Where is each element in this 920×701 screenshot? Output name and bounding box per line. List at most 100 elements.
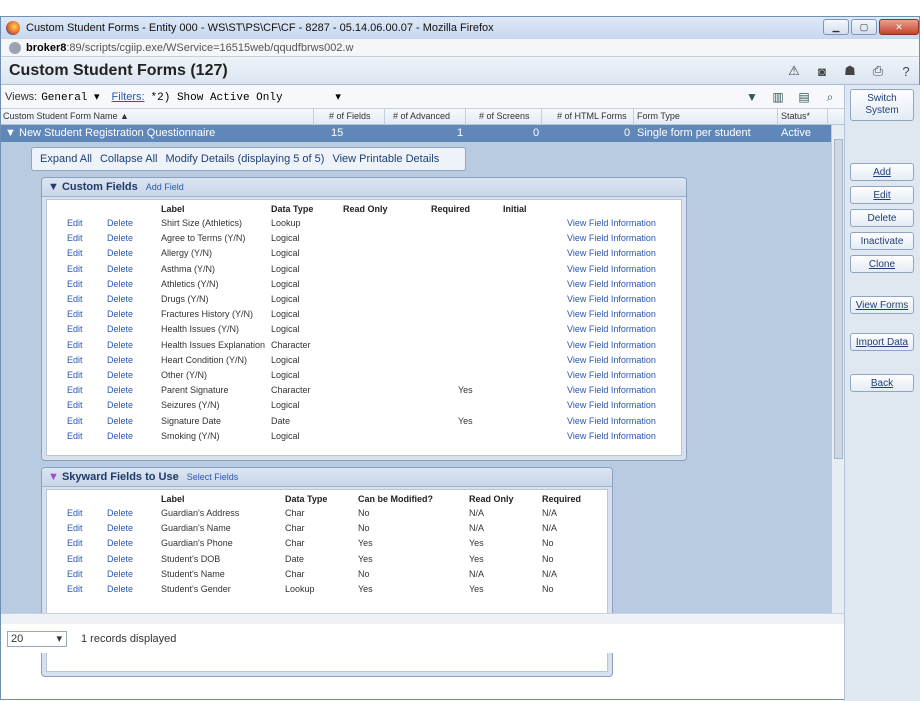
export-icon[interactable]: ▤ — [796, 89, 812, 105]
cf-view-info-link[interactable]: View Field Information — [567, 355, 656, 365]
sf-edit-link[interactable]: Edit — [67, 538, 83, 548]
import-data-button[interactable]: Import Data — [850, 333, 914, 351]
view-forms-button[interactable]: View Forms — [850, 296, 914, 314]
cf-edit-link[interactable]: Edit — [67, 370, 83, 380]
sf-edit-link[interactable]: Edit — [67, 584, 83, 594]
select-fields-link[interactable]: Select Fields — [187, 472, 239, 482]
maximize-button[interactable]: ▢ — [851, 19, 877, 35]
cf-delete-link[interactable]: Delete — [107, 340, 133, 350]
cf-delete-link[interactable]: Delete — [107, 309, 133, 319]
col-status[interactable]: Status* — [781, 111, 810, 121]
cf-edit-link[interactable]: Edit — [67, 279, 83, 289]
cf-view-info-link[interactable]: View Field Information — [567, 400, 656, 410]
filters-select[interactable]: *2) Show Active Only ▾ — [151, 90, 341, 104]
cf-view-info-link[interactable]: View Field Information — [567, 370, 656, 380]
cf-view-info-link[interactable]: View Field Information — [567, 324, 656, 334]
add-field-link[interactable]: Add Field — [146, 182, 184, 192]
cf-edit-link[interactable]: Edit — [67, 218, 83, 228]
clone-button[interactable]: Clone — [850, 255, 914, 273]
cf-delete-link[interactable]: Delete — [107, 264, 133, 274]
views-select[interactable]: General ▾ — [41, 90, 99, 104]
col-advanced[interactable]: # of Advanced — [393, 111, 450, 121]
switch-system-button[interactable]: Switch System — [850, 89, 914, 121]
cf-view-info-link[interactable]: View Field Information — [567, 248, 656, 258]
cf-edit-link[interactable]: Edit — [67, 340, 83, 350]
col-fields[interactable]: # of Fields — [329, 111, 371, 121]
sf-delete-link[interactable]: Delete — [107, 584, 133, 594]
vertical-scrollbar[interactable] — [831, 125, 844, 653]
cf-view-info-link[interactable]: View Field Information — [567, 416, 656, 426]
camera-icon[interactable]: ◙ — [813, 62, 831, 80]
cf-edit-link[interactable]: Edit — [67, 355, 83, 365]
view-printable-link[interactable]: View Printable Details — [332, 153, 439, 165]
col-form-name[interactable]: Custom Student Form Name ▲ — [3, 111, 129, 121]
cf-edit-link[interactable]: Edit — [67, 309, 83, 319]
col-form-type[interactable]: Form Type — [637, 111, 680, 121]
help-doc-icon[interactable]: ☗ — [841, 62, 859, 80]
minimize-button[interactable]: ▁ — [823, 19, 849, 35]
cf-edit-link[interactable]: Edit — [67, 248, 83, 258]
alert-icon[interactable]: ⚠ — [785, 62, 803, 80]
cf-edit-link[interactable]: Edit — [67, 233, 83, 243]
cf-view-info-link[interactable]: View Field Information — [567, 218, 656, 228]
cf-delete-link[interactable]: Delete — [107, 400, 133, 410]
filters-link[interactable]: Filters: — [112, 91, 145, 103]
cf-delete-link[interactable]: Delete — [107, 370, 133, 380]
cf-delete-link[interactable]: Delete — [107, 355, 133, 365]
cf-view-info-link[interactable]: View Field Information — [567, 264, 656, 274]
add-button[interactable]: Add — [850, 163, 914, 181]
cf-delete-link[interactable]: Delete — [107, 248, 133, 258]
delete-button[interactable]: Delete — [850, 209, 914, 227]
cf-delete-link[interactable]: Delete — [107, 416, 133, 426]
collapse-icon[interactable]: ▼ — [48, 181, 62, 193]
back-button[interactable]: Back — [850, 374, 914, 392]
cf-view-info-link[interactable]: View Field Information — [567, 385, 656, 395]
cf-edit-link[interactable]: Edit — [67, 294, 83, 304]
preview-icon[interactable]: ⌕ — [822, 89, 838, 105]
col-html-forms[interactable]: # of HTML Forms — [557, 111, 627, 121]
sf-edit-link[interactable]: Edit — [67, 569, 83, 579]
cf-delete-link[interactable]: Delete — [107, 218, 133, 228]
modify-details-link[interactable]: Modify Details (displaying 5 of 5) — [165, 153, 324, 165]
collapse-icon[interactable]: ▼ — [48, 471, 62, 483]
cf-edit-link[interactable]: Edit — [67, 324, 83, 334]
sf-edit-link[interactable]: Edit — [67, 523, 83, 533]
sf-delete-link[interactable]: Delete — [107, 523, 133, 533]
cf-edit-link[interactable]: Edit — [67, 385, 83, 395]
chart-icon[interactable]: ▥ — [770, 89, 786, 105]
sf-delete-link[interactable]: Delete — [107, 508, 133, 518]
cf-view-info-link[interactable]: View Field Information — [567, 279, 656, 289]
inactivate-button[interactable]: Inactivate — [850, 232, 914, 250]
col-screens[interactable]: # of Screens — [479, 111, 530, 121]
edit-button[interactable]: Edit — [850, 186, 914, 204]
cf-view-info-link[interactable]: View Field Information — [567, 431, 656, 441]
sf-delete-link[interactable]: Delete — [107, 569, 133, 579]
horizontal-scrollbar[interactable] — [1, 613, 844, 624]
cf-delete-link[interactable]: Delete — [107, 233, 133, 243]
sf-delete-link[interactable]: Delete — [107, 538, 133, 548]
cf-delete-link[interactable]: Delete — [107, 279, 133, 289]
help-icon[interactable]: ? — [897, 62, 915, 80]
table-row[interactable]: ▼ New Student Registration Questionnaire… — [1, 125, 831, 142]
cf-delete-link[interactable]: Delete — [107, 294, 133, 304]
cf-edit-link[interactable]: Edit — [67, 416, 83, 426]
sf-edit-link[interactable]: Edit — [67, 554, 83, 564]
cf-view-info-link[interactable]: View Field Information — [567, 309, 656, 319]
cf-view-info-link[interactable]: View Field Information — [567, 340, 656, 350]
filter-icon[interactable]: ▼ — [744, 89, 760, 105]
cf-delete-link[interactable]: Delete — [107, 324, 133, 334]
page-size-select[interactable]: 20 ▾ — [7, 630, 67, 647]
close-button[interactable]: ✕ — [879, 19, 919, 35]
sf-delete-link[interactable]: Delete — [107, 554, 133, 564]
cf-edit-link[interactable]: Edit — [67, 431, 83, 441]
cf-delete-link[interactable]: Delete — [107, 431, 133, 441]
cf-delete-link[interactable]: Delete — [107, 385, 133, 395]
print-icon[interactable]: ⎙ — [869, 62, 887, 80]
expand-toggle-icon[interactable]: ▼ — [5, 127, 16, 139]
sf-edit-link[interactable]: Edit — [67, 508, 83, 518]
cf-edit-link[interactable]: Edit — [67, 400, 83, 410]
scroll-thumb[interactable] — [834, 139, 843, 459]
expand-all-link[interactable]: Expand All — [40, 153, 92, 165]
cf-view-info-link[interactable]: View Field Information — [567, 233, 656, 243]
collapse-all-link[interactable]: Collapse All — [100, 153, 157, 165]
